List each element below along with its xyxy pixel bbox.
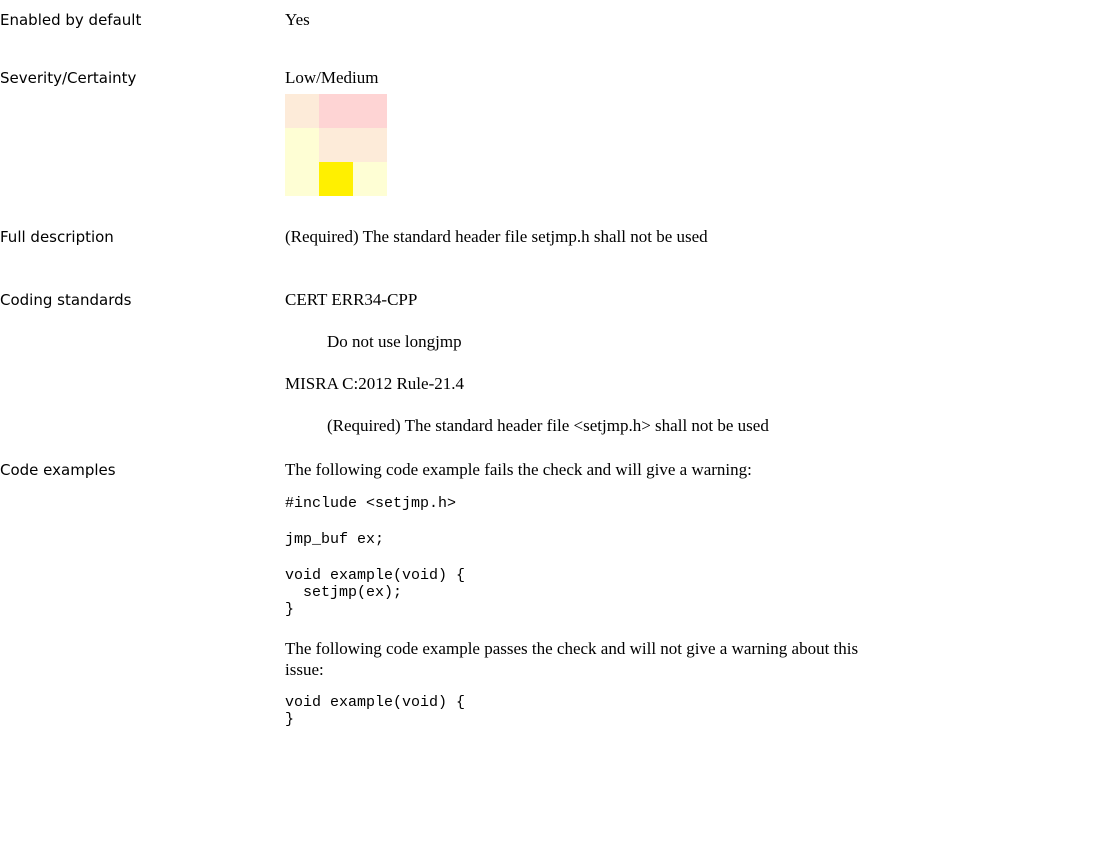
severity-cell bbox=[285, 94, 319, 128]
severity-cell bbox=[285, 128, 319, 162]
severity-cell bbox=[319, 94, 353, 128]
description-label: Full description bbox=[0, 228, 114, 246]
fail-intro: The following code example fails the che… bbox=[285, 460, 752, 479]
pass-intro: The following code example passes the ch… bbox=[285, 639, 859, 658]
severity-cell bbox=[319, 128, 353, 162]
pass-code-function: void example(void) { } bbox=[285, 694, 466, 728]
severity-cell bbox=[285, 162, 319, 196]
fail-code-function: void example(void) { setjmp(ex); } bbox=[285, 567, 466, 618]
severity-matrix bbox=[285, 94, 387, 196]
standard-detail: (Required) The standard header file <set… bbox=[327, 416, 769, 435]
standard-name: CERT ERR34-CPP bbox=[285, 290, 418, 309]
description-text: (Required) The standard header file setj… bbox=[285, 227, 708, 246]
severity-cell bbox=[353, 94, 387, 128]
fail-code-include: #include <setjmp.h> bbox=[285, 495, 457, 512]
pass-intro-continued: issue: bbox=[285, 660, 324, 679]
severity-cell bbox=[353, 162, 387, 196]
severity-value: Low/Medium bbox=[285, 68, 379, 87]
fail-code-declaration: jmp_buf ex; bbox=[285, 531, 385, 548]
examples-label: Code examples bbox=[0, 461, 116, 479]
standard-name: MISRA C:2012 Rule-21.4 bbox=[285, 374, 464, 393]
severity-cell bbox=[319, 162, 353, 196]
severity-cell bbox=[353, 128, 387, 162]
enabled-value: Yes bbox=[285, 10, 310, 29]
standards-label: Coding standards bbox=[0, 291, 132, 309]
standard-detail: Do not use longjmp bbox=[327, 332, 462, 351]
enabled-label: Enabled by default bbox=[0, 11, 142, 29]
severity-label: Severity/Certainty bbox=[0, 69, 137, 87]
